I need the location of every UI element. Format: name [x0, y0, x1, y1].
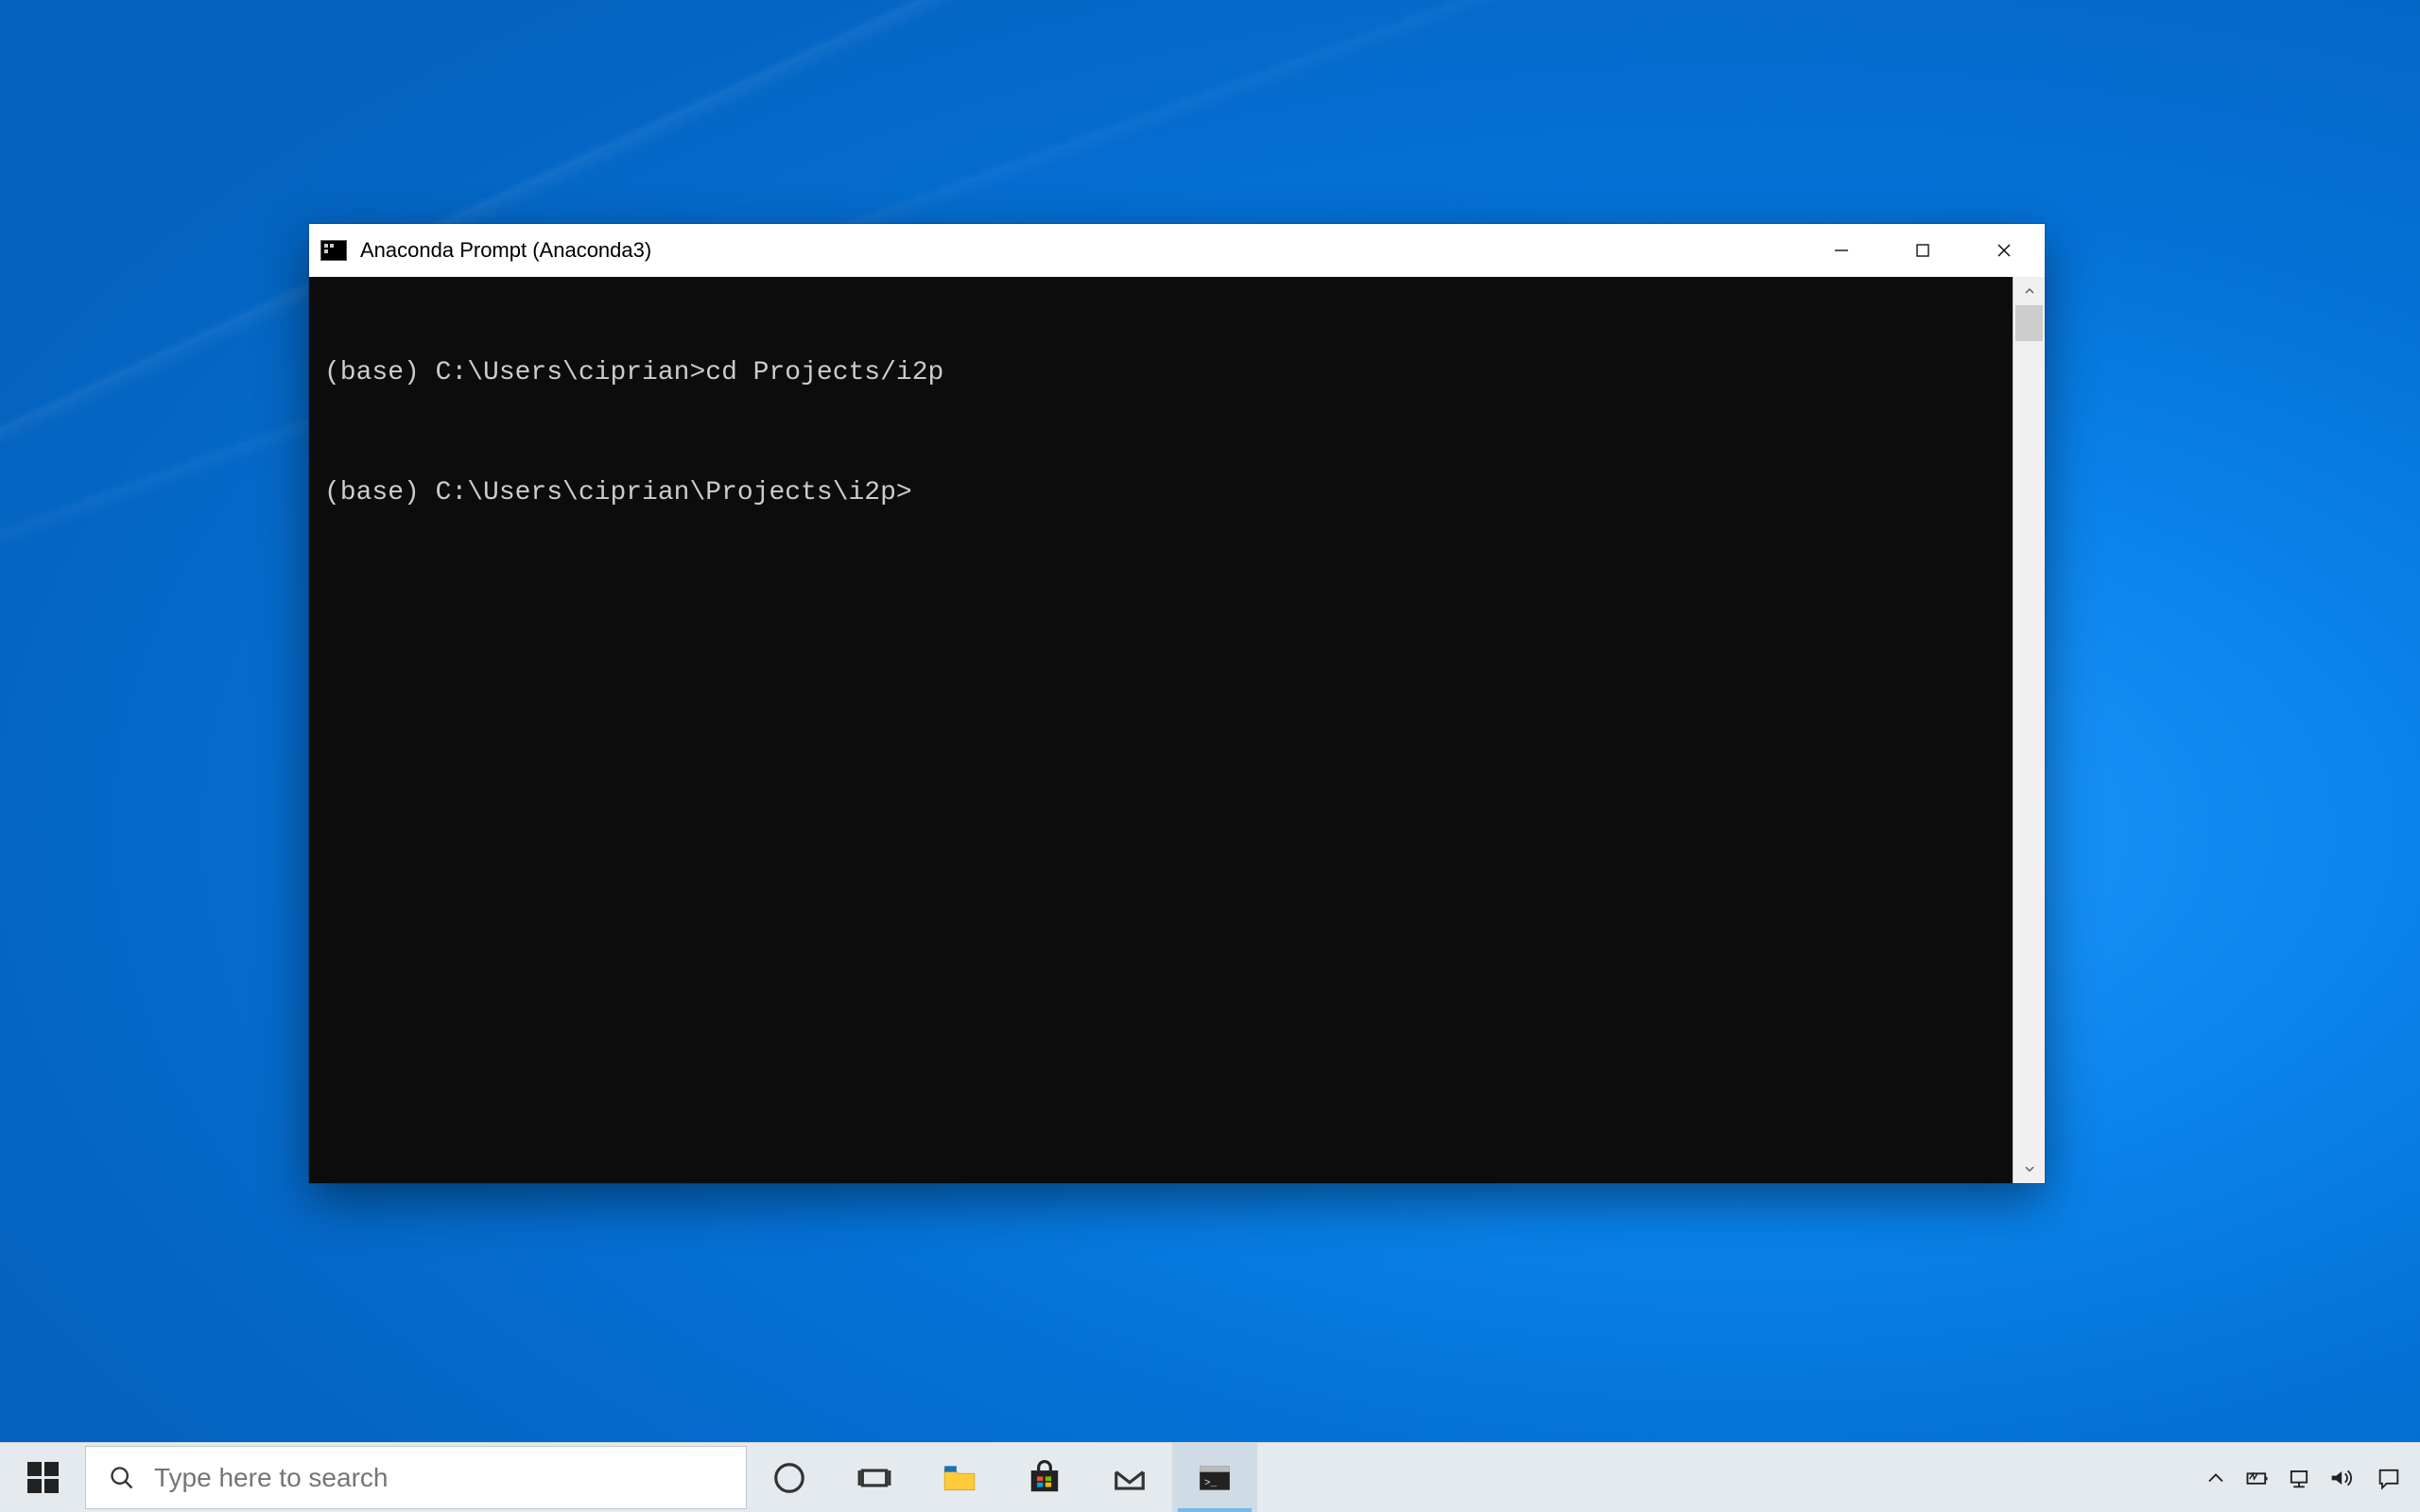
terminal-app-icon [320, 240, 347, 261]
window-titlebar[interactable]: Anaconda Prompt (Anaconda3) [309, 224, 2045, 277]
terminal-line: (base) C:\Users\ciprian\Projects\i2p> [324, 478, 2030, 508]
tray-network[interactable] [2278, 1443, 2320, 1512]
volume-icon [2327, 1465, 2354, 1491]
network-icon [2286, 1465, 2312, 1491]
scroll-down-button[interactable] [2014, 1155, 2045, 1183]
search-icon [109, 1465, 135, 1491]
notification-icon [2376, 1465, 2402, 1491]
action-center-button[interactable] [2361, 1443, 2416, 1512]
scroll-thumb[interactable] [2015, 305, 2043, 341]
terminal-line: (base) C:\Users\ciprian>cd Projects/i2p [324, 358, 2030, 388]
close-button[interactable] [1963, 224, 2045, 277]
file-explorer-button[interactable] [917, 1443, 1002, 1512]
mail-button[interactable] [1087, 1443, 1172, 1512]
battery-icon [2244, 1465, 2271, 1491]
anaconda-prompt-taskbar-button[interactable]: >_ [1172, 1443, 1257, 1512]
tray-volume[interactable] [2320, 1443, 2361, 1512]
scroll-up-button[interactable] [2014, 277, 2045, 305]
store-icon [1027, 1460, 1063, 1496]
vertical-scrollbar[interactable] [2013, 277, 2045, 1183]
terminal-output[interactable]: (base) C:\Users\ciprian>cd Projects/i2p … [309, 277, 2045, 1183]
cortana-icon [771, 1460, 807, 1496]
windows-logo-icon [27, 1462, 59, 1493]
task-view-icon [856, 1460, 892, 1496]
start-button[interactable] [0, 1443, 85, 1512]
minimize-button[interactable] [1801, 224, 1882, 277]
task-view-button[interactable] [832, 1443, 917, 1512]
desktop: Anaconda Prompt (Anaconda3) (base) C:\Us… [0, 0, 2420, 1512]
microsoft-store-button[interactable] [1002, 1443, 1087, 1512]
window-title: Anaconda Prompt (Anaconda3) [360, 238, 651, 263]
system-tray [2195, 1443, 2420, 1512]
taskbar-pinned-apps: >_ [747, 1443, 1257, 1512]
tray-battery[interactable] [2237, 1443, 2278, 1512]
chevron-up-icon [2203, 1465, 2229, 1491]
taskbar-search[interactable] [85, 1446, 747, 1509]
scroll-track[interactable] [2014, 305, 2045, 1155]
anaconda-prompt-window: Anaconda Prompt (Anaconda3) (base) C:\Us… [309, 224, 2045, 1183]
svg-text:>_: >_ [1204, 1477, 1218, 1488]
cortana-button[interactable] [747, 1443, 832, 1512]
mail-icon [1112, 1460, 1148, 1496]
taskbar: >_ [0, 1442, 2420, 1512]
maximize-button[interactable] [1882, 224, 1963, 277]
search-input[interactable] [154, 1463, 723, 1493]
tray-overflow-button[interactable] [2195, 1443, 2237, 1512]
file-explorer-icon [942, 1460, 977, 1496]
terminal-icon: >_ [1197, 1460, 1233, 1496]
